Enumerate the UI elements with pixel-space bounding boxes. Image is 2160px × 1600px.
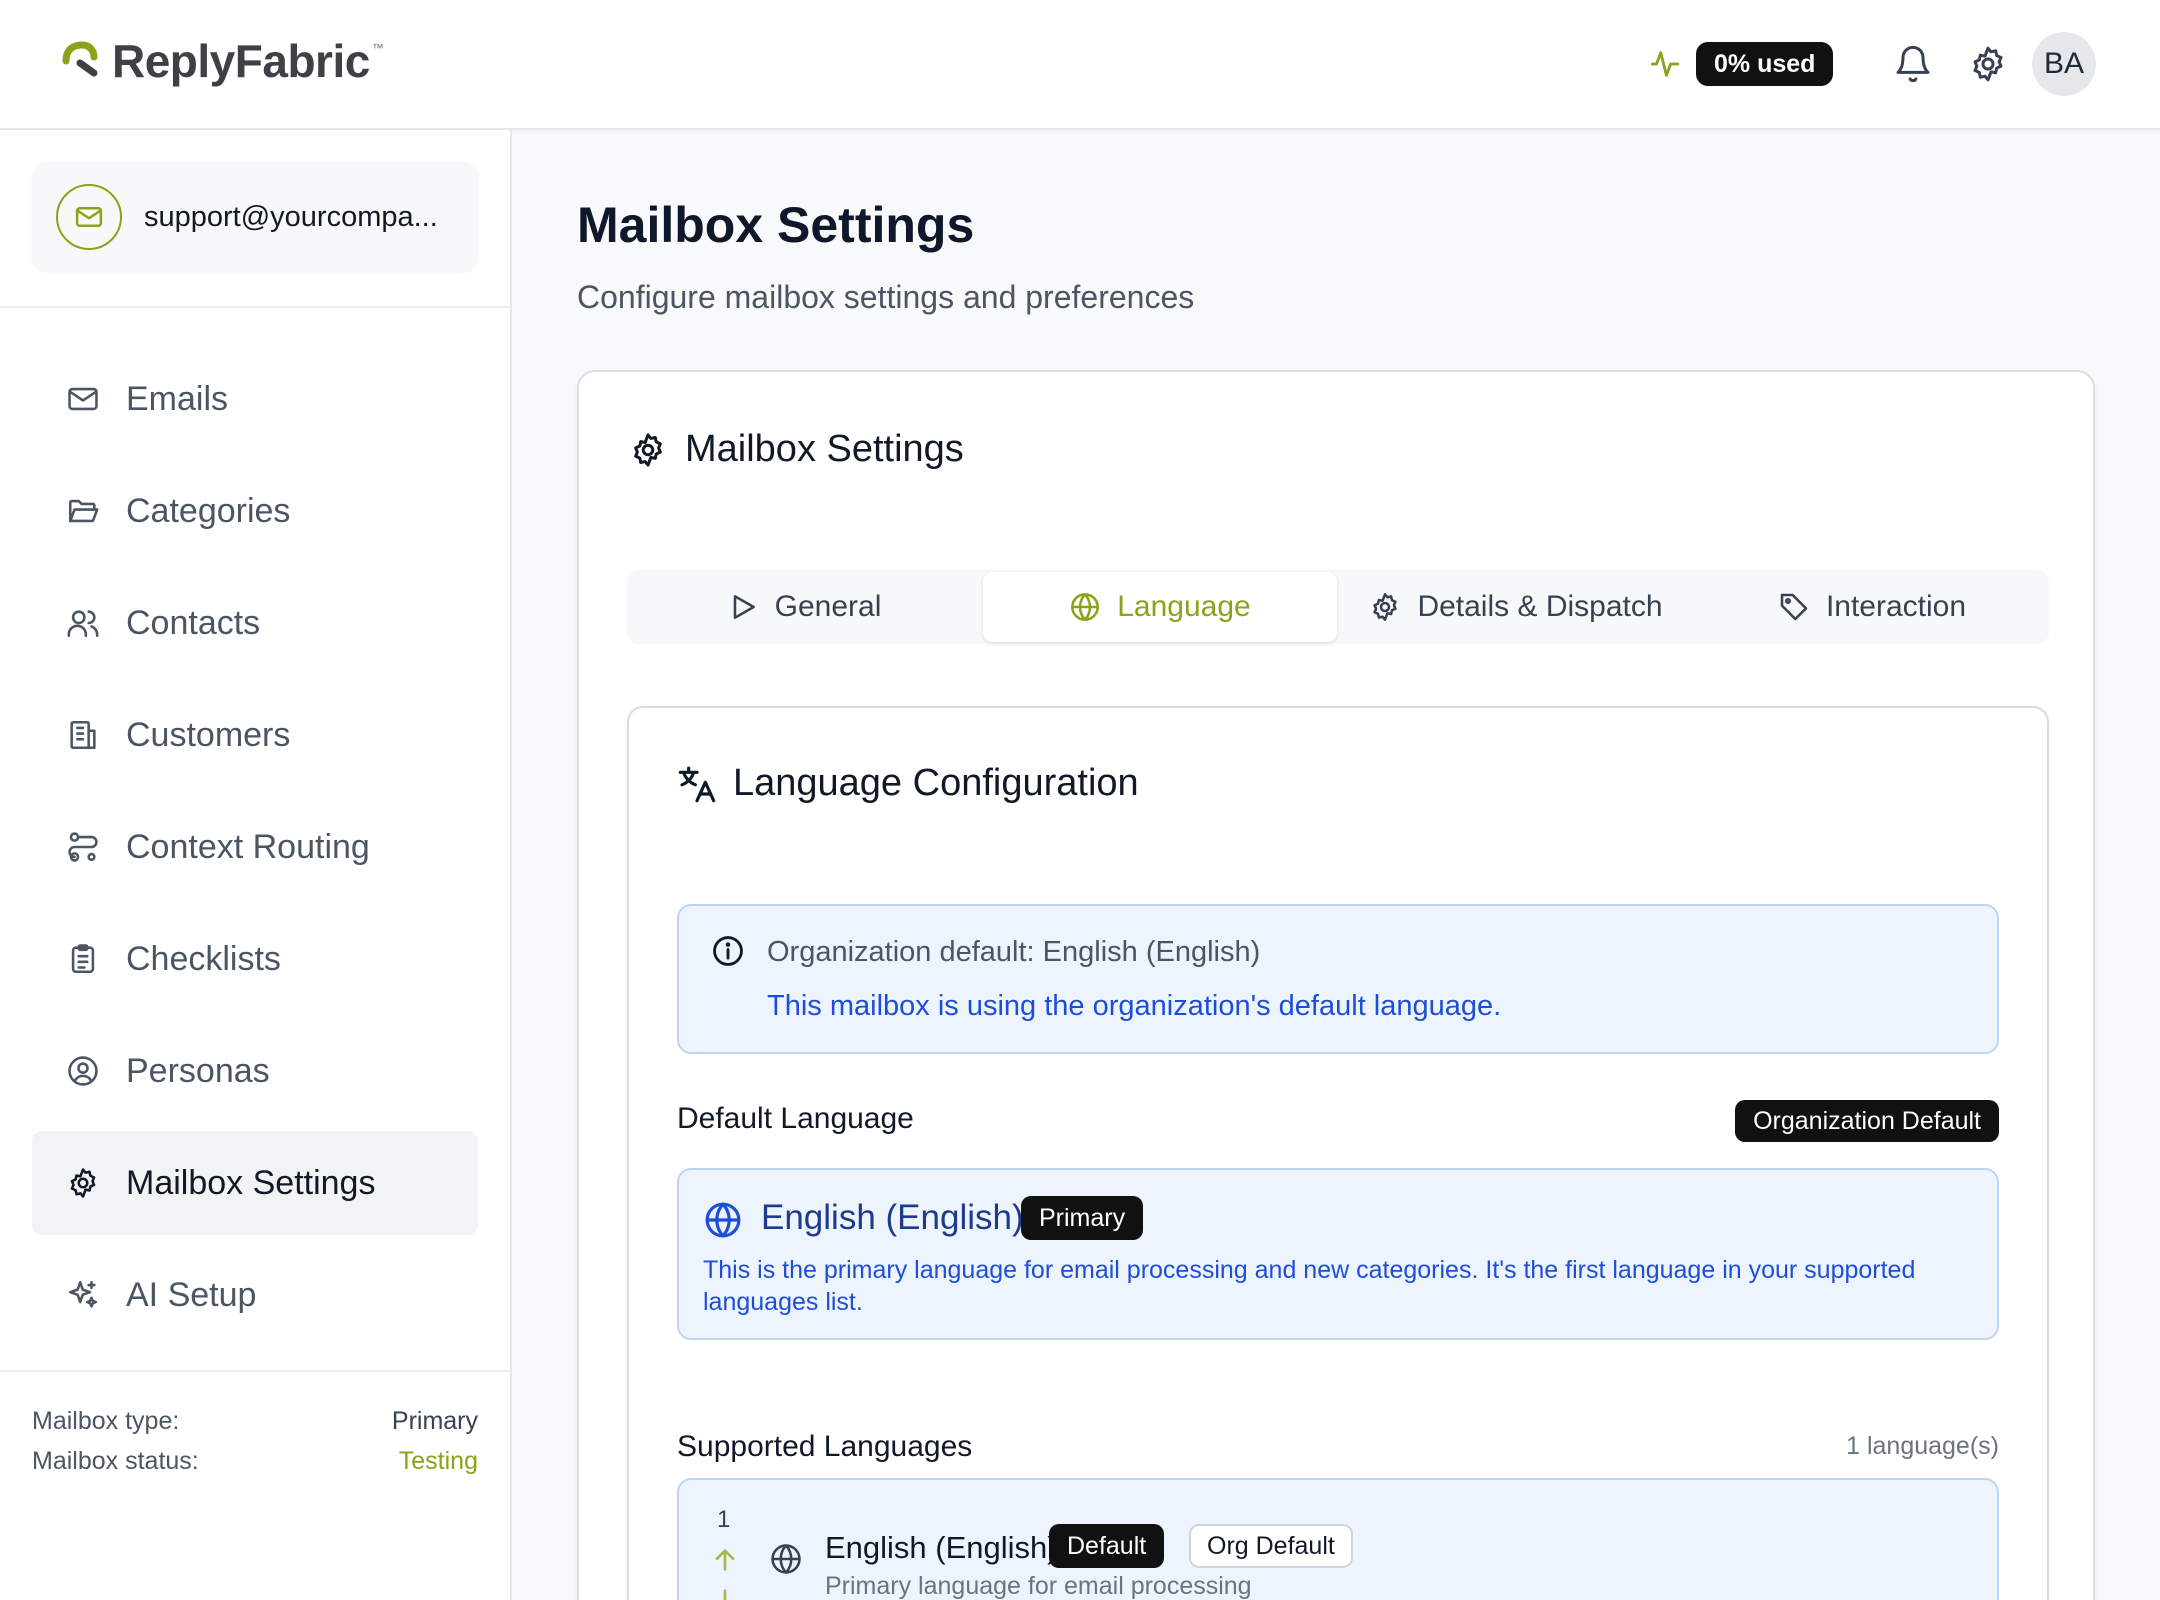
- sidebar-item-label: Emails: [126, 379, 229, 418]
- tab-general[interactable]: General: [627, 570, 981, 644]
- mailbox-status-label: Mailbox status:: [32, 1447, 199, 1475]
- sidebar-item-ai-setup[interactable]: AI Setup: [32, 1243, 478, 1347]
- sidebar-item-context-routing[interactable]: Context Routing: [32, 795, 478, 899]
- usage-badge: 0% used: [1696, 42, 1834, 86]
- globe-icon: [1071, 593, 1100, 621]
- logo-mark-icon: [62, 41, 98, 77]
- primary-badge: Primary: [1021, 1196, 1144, 1240]
- sidebar-item-label: AI Setup: [126, 1275, 257, 1314]
- sidebar-item-label: Mailbox Settings: [126, 1163, 376, 1202]
- translate-icon: [678, 766, 716, 802]
- supported-language-row: 1 English (English) Default Org Default …: [677, 1478, 1999, 1600]
- info-description: This mailbox is using the organization's…: [767, 990, 1502, 1022]
- language-order-number: 1: [717, 1506, 731, 1533]
- sidebar-item-personas[interactable]: Personas: [32, 1019, 478, 1123]
- mailbox-address: support@yourcompa...: [144, 200, 438, 233]
- user-avatar[interactable]: BA: [2032, 32, 2096, 96]
- mailbox-type-row: Mailbox type: Primary: [32, 1407, 478, 1436]
- mailbox-type-value: Primary: [391, 1407, 478, 1435]
- sidebar-item-customers[interactable]: Customers: [32, 683, 478, 787]
- users-icon: [67, 610, 99, 638]
- supported-languages-label: Supported Languages: [677, 1430, 973, 1463]
- sidebar-item-label: Contacts: [126, 603, 261, 642]
- folder-open-icon: [68, 499, 99, 523]
- sidebar: support@yourcompa... Emails Categories C…: [0, 130, 512, 1600]
- tab-label: Language: [1117, 590, 1251, 623]
- section-title: Language Configuration: [733, 762, 1139, 804]
- sidebar-nav: Emails Categories Contacts Customers Con…: [32, 347, 478, 1355]
- mailbox-type-label: Mailbox type:: [32, 1407, 180, 1435]
- primary-language-box: English (English) Primary This is the pr…: [677, 1168, 1999, 1340]
- settings-card: Mailbox Settings General Language Detail…: [577, 370, 2095, 1600]
- route-icon: [68, 832, 98, 862]
- sidebar-item-label: Context Routing: [126, 827, 370, 866]
- divider: [0, 1370, 510, 1372]
- usage-indicator[interactable]: 0% used: [1648, 42, 1834, 86]
- bell-icon[interactable]: [1893, 42, 1933, 86]
- mail-icon: [75, 207, 103, 227]
- mailbox-avatar: [56, 184, 122, 250]
- default-badge: Default: [1049, 1524, 1165, 1568]
- clipboard-list-icon: [71, 944, 95, 974]
- sidebar-item-label: Customers: [126, 715, 291, 754]
- mailbox-status-value: Testing: [398, 1447, 478, 1475]
- tab-label: Interaction: [1825, 590, 1967, 623]
- default-language-label: Default Language: [677, 1102, 914, 1135]
- sidebar-item-checklists[interactable]: Checklists: [32, 907, 478, 1011]
- tab-interaction[interactable]: Interaction: [1695, 570, 2049, 644]
- org-default-badge: Organization Default: [1735, 1100, 1999, 1142]
- tab-label: General: [774, 590, 882, 623]
- arrow-up-icon[interactable]: [709, 1544, 741, 1576]
- gear-icon: [70, 1168, 96, 1198]
- sidebar-item-label: Checklists: [126, 939, 281, 978]
- globe-icon: [705, 1202, 741, 1238]
- sidebar-item-mailbox-settings[interactable]: Mailbox Settings: [32, 1131, 478, 1235]
- tab-language[interactable]: Language: [983, 572, 1337, 642]
- language-name: English (English): [825, 1530, 1058, 1565]
- language-config-header: Language Configuration: [677, 762, 1139, 805]
- gear-icon: [1373, 593, 1398, 621]
- info-icon: [713, 936, 743, 966]
- settings-tabs: General Language Details & Dispatch Inte…: [627, 570, 2049, 644]
- mail-icon: [68, 387, 98, 411]
- tab-details-dispatch[interactable]: Details & Dispatch: [1339, 570, 1693, 644]
- tab-label: Details & Dispatch: [1417, 590, 1663, 623]
- mailbox-status-row: Mailbox status: Testing: [32, 1447, 478, 1476]
- primary-language-name: English (English): [761, 1198, 1024, 1237]
- trademark: ™: [371, 41, 384, 55]
- gear-icon: [634, 432, 662, 467]
- settings-gear-icon[interactable]: [1968, 42, 2008, 86]
- page-subtitle: Configure mailbox settings and preferenc…: [577, 279, 1195, 315]
- org-default-info: Organization default: English (English) …: [677, 904, 1999, 1054]
- info-title: Organization default: English (English): [767, 936, 1261, 968]
- card-title: Mailbox Settings: [685, 428, 964, 470]
- org-default-badge: Org Default: [1189, 1524, 1353, 1568]
- building-icon: [70, 720, 96, 750]
- page-title: Mailbox Settings: [577, 197, 975, 253]
- sidebar-item-label: Personas: [126, 1051, 270, 1090]
- app-logo[interactable]: ReplyFabric ™: [60, 34, 384, 88]
- supported-languages-count: 1 language(s): [1846, 1432, 1999, 1460]
- mailbox-selector[interactable]: support@yourcompa...: [32, 162, 478, 272]
- primary-language-description: This is the primary language for email p…: [703, 1256, 1916, 1316]
- top-bar: ReplyFabric ™ 0% used BA: [0, 0, 2160, 130]
- user-circle-icon: [68, 1056, 98, 1086]
- card-header: Mailbox Settings: [629, 428, 964, 471]
- arrow-down-icon[interactable]: [709, 1584, 741, 1600]
- language-configuration-card: Language Configuration Organization defa…: [627, 706, 2049, 1600]
- activity-icon: [1650, 51, 1680, 77]
- play-icon: [733, 595, 755, 619]
- sidebar-item-contacts[interactable]: Contacts: [32, 571, 478, 675]
- app-name: ReplyFabric: [112, 35, 370, 87]
- tag-icon: [1780, 593, 1808, 621]
- globe-icon: [771, 1544, 801, 1574]
- divider: [0, 306, 510, 308]
- sidebar-item-label: Categories: [126, 491, 291, 530]
- language-description: Primary language for email processing: [825, 1572, 1252, 1600]
- sparkles-icon: [68, 1280, 98, 1308]
- sidebar-item-categories[interactable]: Categories: [32, 459, 478, 563]
- sidebar-item-emails[interactable]: Emails: [32, 347, 478, 451]
